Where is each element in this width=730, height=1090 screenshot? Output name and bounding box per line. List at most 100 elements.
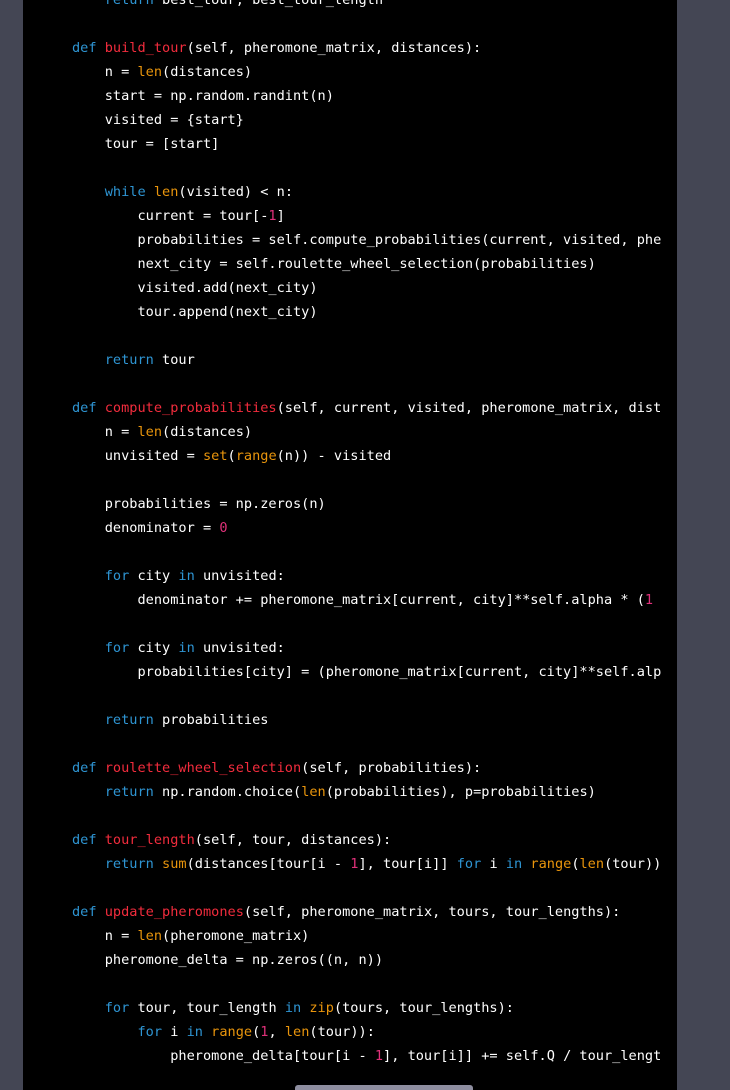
code-line: return best_tour, best_tour_length (72, 0, 661, 12)
code-line: probabilities = np.zeros(n) (72, 492, 661, 516)
code-line: return np.random.choice(len(probabilitie… (72, 780, 661, 804)
code-line: for city in unvisited: (72, 636, 661, 660)
code-token: (self, pheromone_matrix, tours, tour_len… (243, 904, 621, 920)
code-token: len (284, 1024, 310, 1040)
code-line: n = len(distances) (72, 420, 661, 444)
code-token: denominator += pheromone_matrix[current,… (72, 592, 645, 608)
code-token: ( (227, 448, 236, 464)
code-token: def (72, 904, 97, 920)
code-line: probabilities = self.compute_probabiliti… (72, 228, 661, 252)
code-token: (distances[tour[i - (186, 856, 351, 872)
code-token: unvisited: (194, 640, 285, 656)
code-token: tour, tour_length (129, 1000, 285, 1016)
code-token: return (104, 856, 154, 872)
code-line: tour = [start] (72, 132, 661, 156)
code-token: zip (309, 1000, 334, 1016)
code-token: len (579, 856, 605, 872)
code-token: i (162, 1024, 187, 1040)
code-token: , (268, 1024, 285, 1040)
code-token: next_city = self.roulette_wheel_selectio… (72, 256, 596, 272)
code-token: current = tour[- (72, 208, 269, 224)
code-token: return (104, 0, 154, 8)
code-line: pheromone_delta[tour[i - 1], tour[i]] +=… (72, 1044, 661, 1068)
code-token: for (104, 1000, 130, 1016)
code-token: in (284, 1000, 302, 1016)
code-token: for (456, 856, 482, 872)
horizontal-scrollbar[interactable] (295, 1085, 473, 1090)
code-token: probabilities[city] = (pheromone_matrix[… (72, 664, 662, 680)
code-token: def (72, 832, 97, 848)
code-line: return probabilities (72, 708, 661, 732)
code-token: range (530, 856, 572, 872)
code-line: def update_pheromones(self, pheromone_ma… (72, 900, 661, 924)
code-token: len (137, 64, 163, 80)
code-line: tour.append(next_city) (72, 300, 661, 324)
code-token: ( (571, 856, 580, 872)
code-line: probabilities[city] = (pheromone_matrix[… (72, 660, 661, 684)
code-token: (tours, tour_lengths): (333, 1000, 514, 1016)
code-token: while (104, 184, 146, 200)
code-token: 1 (644, 592, 654, 608)
code-token: (self, current, visited, pheromone_matri… (276, 400, 662, 416)
code-line: denominator = 0 (72, 516, 661, 540)
code-token: city (129, 640, 179, 656)
code-line: for i in range(1, len(tour)): (72, 1020, 661, 1044)
code-token: roulette_wheel_selection (104, 760, 302, 776)
code-line: current = tour[-1] (72, 204, 661, 228)
code-token: 1 (268, 208, 277, 224)
code-token: compute_probabilities (104, 400, 277, 416)
code-line: for tour, tour_length in zip(tours, tour… (72, 996, 661, 1020)
code-line: while len(visited) < n: (72, 180, 661, 204)
code-token: (n)) - visited (276, 448, 392, 464)
code-token: (probabilities), p=probabilities) (325, 784, 596, 800)
code-token: ], tour[i]] += self.Q / tour_lengt (383, 1048, 662, 1064)
code-token: in (505, 856, 523, 872)
code-token: sum (162, 856, 187, 872)
code-token: pheromone_delta = np.zeros((n, n)) (72, 952, 383, 968)
code-token: probabilities (153, 712, 269, 728)
code-line: def roulette_wheel_selection(self, proba… (72, 756, 661, 780)
code-token: ] (276, 208, 285, 224)
code-token: (self, tour, distances): (194, 832, 392, 848)
code-token: (self, probabilities): (301, 760, 482, 776)
code-token: start = np.random.randint(n) (72, 88, 334, 104)
code-token: n = (72, 424, 138, 440)
code-token: tour_length (104, 832, 195, 848)
code-token: tour (153, 352, 195, 368)
code-token: tour = [start] (72, 136, 220, 152)
code-token: for (104, 568, 130, 584)
code-token: ], tour[i]] (358, 856, 457, 872)
code-token: n = (72, 928, 138, 944)
code-token: (distances) (162, 424, 253, 440)
code-block: return best_tour, best_tour_length def b… (23, 0, 677, 1090)
code-token: n = (72, 64, 138, 80)
code-token: build_tour (104, 40, 187, 56)
code-token: np.random.choice( (153, 784, 302, 800)
code-token: probabilities = np.zeros(n) (72, 496, 326, 512)
code-token: denominator = (72, 520, 220, 536)
code-token: best_tour, best_tour_length (153, 0, 384, 8)
code-token: range (235, 448, 277, 464)
code-token: (distances) (162, 64, 253, 80)
code-token: len (137, 928, 163, 944)
code-token: def (72, 40, 97, 56)
code-line: def tour_length(self, tour, distances): (72, 828, 661, 852)
